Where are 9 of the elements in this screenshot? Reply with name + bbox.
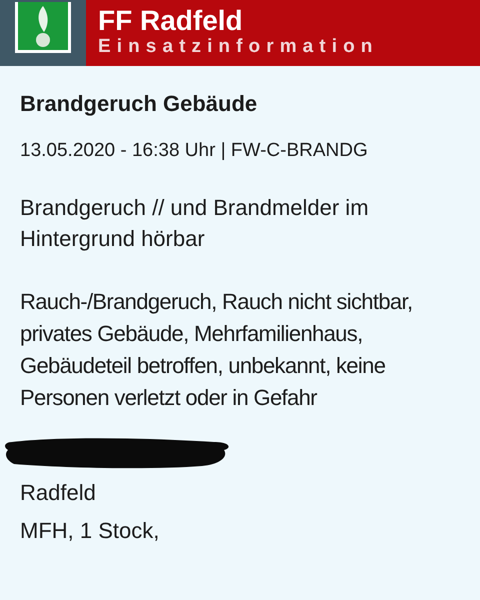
app-subtitle: Einsatzinformation	[98, 36, 380, 58]
incident-summary: Brandgeruch // und Brandmelder im Hintergrund hörbar	[20, 194, 370, 253]
incident-title: Brandgeruch Gebäude	[20, 90, 258, 118]
logo-icon	[14, 2, 72, 54]
app-title: FF Radfeld	[98, 6, 244, 36]
incident-details: Rauch-/Brandgeruch, Rauch nicht sichtbar, privates Gebäude, Mehrfamilienhaus, Gebäudeteil betroffen, unbekannt, keine Personen verletzt oder in Gefahr	[20, 288, 414, 412]
location-line: MFH, 1 Stock,	[20, 517, 160, 545]
incident-meta: 13.05.2020 - 16:38 Uhr | FW-C-BRANDG	[20, 139, 369, 163]
location-line: Radfeld	[20, 479, 97, 507]
